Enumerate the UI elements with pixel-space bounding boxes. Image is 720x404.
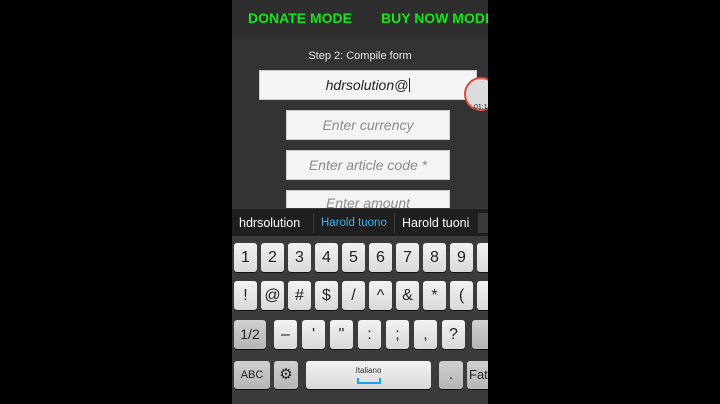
key-apostrophe[interactable]: '	[302, 320, 325, 349]
key-open-paren[interactable]: (	[450, 281, 473, 310]
mode-bar: DONATE MODE BUY NOW MODE	[232, 0, 488, 36]
period-key[interactable]: .	[439, 361, 463, 389]
recorder-timer: 01:1	[474, 104, 488, 111]
key-ampersand[interactable]: &	[396, 281, 419, 310]
key-2[interactable]: 2	[261, 243, 284, 272]
article-code-input[interactable]: Enter article code *	[286, 150, 450, 180]
key-slash[interactable]: /	[342, 281, 365, 310]
space-language-label: Italiano	[355, 366, 382, 375]
currency-input[interactable]: Enter currency	[286, 110, 450, 140]
key-4[interactable]: 4	[315, 243, 338, 272]
key-dash[interactable]: –	[274, 320, 297, 349]
gear-icon: ⚙	[279, 366, 293, 383]
key-8[interactable]: 8	[423, 243, 446, 272]
backspace-key[interactable]	[472, 320, 488, 349]
suggestion-divider	[313, 213, 314, 233]
key-colon[interactable]: :	[358, 320, 381, 349]
key-6[interactable]: 6	[369, 243, 392, 272]
key-semicolon[interactable]: ;	[386, 320, 409, 349]
key-question[interactable]: ?	[442, 320, 465, 349]
key-dollar[interactable]: $	[315, 281, 338, 310]
key-7[interactable]: 7	[396, 243, 419, 272]
expand-suggestions-icon[interactable]	[478, 213, 488, 233]
right-letterbox	[488, 0, 720, 404]
key-hash[interactable]: #	[288, 281, 311, 310]
key-asterisk[interactable]: *	[423, 281, 446, 310]
buy-now-mode-button[interactable]: BUY NOW MODE	[381, 10, 488, 26]
key-0-partial[interactable]	[477, 243, 488, 272]
phone-screen: DONATE MODE BUY NOW MODE Step 2: Compile…	[232, 0, 488, 404]
space-icon	[356, 378, 381, 384]
email-value: hdrsolution@	[325, 77, 409, 93]
suggestion-2[interactable]: Harold tuono	[321, 217, 387, 229]
email-field[interactable]: hdrsolution@	[259, 70, 477, 100]
key-5[interactable]: 5	[342, 243, 365, 272]
suggestion-bar: hdrsolution Harold tuono Harold tuoni	[232, 208, 488, 237]
key-comma[interactable]: ,	[414, 320, 437, 349]
done-key[interactable]: Fat	[467, 361, 488, 389]
keyboard: 1 2 3 4 5 6 7 8 9 ! @ # $ / ^ & * ( 1/2 …	[232, 236, 488, 404]
key-3[interactable]: 3	[288, 243, 311, 272]
settings-key[interactable]: ⚙	[274, 361, 298, 389]
key-1[interactable]: 1	[234, 243, 257, 272]
suggestion-divider	[394, 213, 395, 233]
text-caret	[409, 78, 411, 92]
abc-key[interactable]: ABC	[234, 361, 270, 389]
key-9[interactable]: 9	[450, 243, 473, 272]
space-key[interactable]: Italiano	[306, 361, 431, 389]
key-close-paren-partial[interactable]	[477, 281, 488, 310]
key-caret[interactable]: ^	[369, 281, 392, 310]
key-quote[interactable]: "	[330, 320, 353, 349]
donate-mode-button[interactable]: DONATE MODE	[248, 10, 352, 26]
key-at[interactable]: @	[261, 281, 284, 310]
suggestion-1[interactable]: hdrsolution	[239, 216, 300, 230]
key-exclamation[interactable]: !	[234, 281, 257, 310]
suggestion-3[interactable]: Harold tuoni	[402, 216, 469, 230]
step-title: Step 2: Compile form	[308, 50, 412, 62]
key-page-toggle[interactable]: 1/2	[234, 320, 266, 349]
